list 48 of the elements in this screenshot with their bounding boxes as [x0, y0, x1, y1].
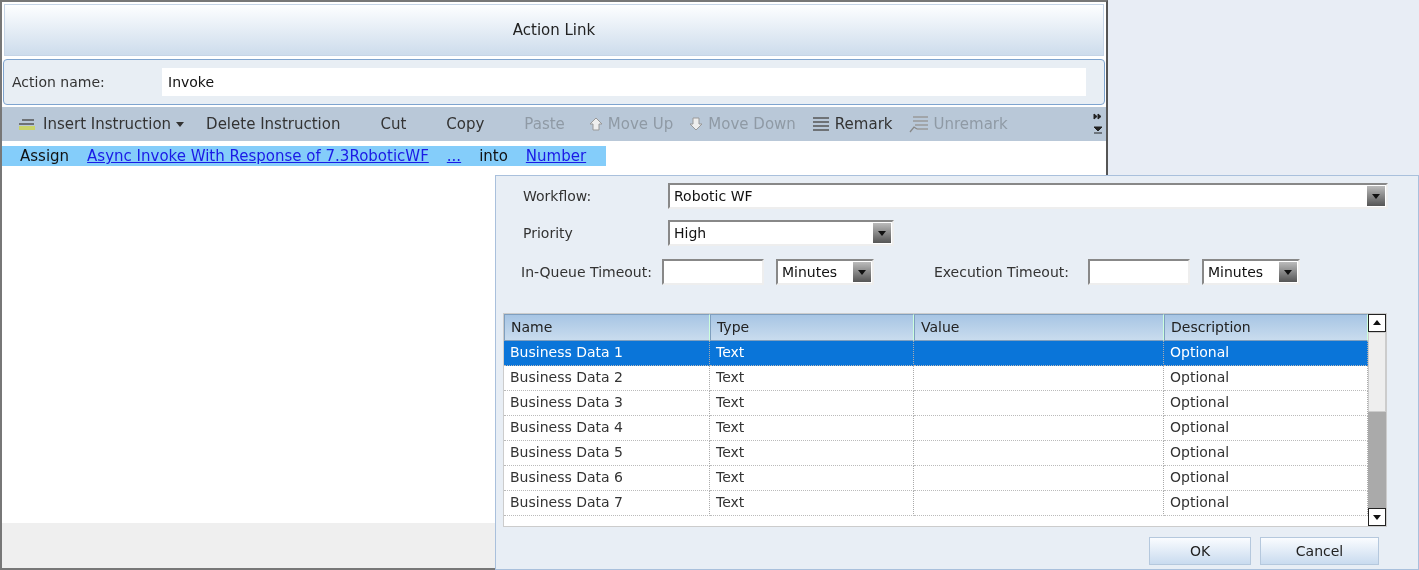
column-header[interactable]: Name: [504, 314, 710, 341]
toolbar-button[interactable]: Cut: [372, 111, 415, 137]
table-cell: Text: [710, 491, 914, 516]
caret-icon: [176, 121, 185, 127]
unit-dropdown[interactable]: Minutes: [1202, 259, 1300, 285]
scrollbar[interactable]: [1368, 314, 1386, 526]
table-cell: Business Data 7: [504, 491, 710, 516]
instruction-row[interactable]: Assign Async Invoke With Response of 7.3RoboticWF ... into Number: [2, 146, 607, 166]
instruction-text: Assign: [20, 147, 70, 165]
priority-label: Priority: [523, 225, 574, 241]
instruction-link[interactable]: Number: [525, 147, 587, 165]
up-arrow-icon: [588, 117, 603, 131]
instruction-link[interactable]: Async Invoke With Response of 7.3RoboticWF: [87, 147, 429, 165]
table-row[interactable]: Business Data 4 Text Optional: [504, 416, 1368, 441]
toolbar-button[interactable]: Copy: [438, 111, 493, 137]
scroll-up-icon[interactable]: [1368, 314, 1386, 332]
lines-icon: [18, 118, 38, 130]
toolbar-button[interactable]: Insert Instruction: [10, 111, 193, 137]
unit-dropdown[interactable]: Minutes: [775, 259, 874, 285]
column-header[interactable]: Value: [914, 314, 1164, 341]
in-queue-timeout-field[interactable]: [661, 259, 764, 285]
down-arrow-icon: [689, 117, 704, 131]
table-row[interactable]: Business Data 6 Text Optional: [504, 466, 1368, 491]
instruction-link[interactable]: ...: [446, 147, 462, 165]
scroll-down-icon[interactable]: [1368, 508, 1386, 526]
table-row[interactable]: Business Data 3 Text Optional: [504, 391, 1368, 416]
dialog-button[interactable]: Cancel: [1260, 537, 1379, 565]
table-row[interactable]: Business Data 5 Text Optional: [504, 441, 1368, 466]
in-queue-timeout-label: In-Queue Timeout:: [521, 264, 652, 280]
table-row[interactable]: Business Data 7 Text Optional: [504, 491, 1368, 516]
column-header[interactable]: Type: [710, 314, 914, 341]
toolbar-button[interactable]: Delete Instruction: [198, 111, 349, 137]
dialog-button[interactable]: OK: [1149, 537, 1251, 565]
toolbar-button[interactable]: Remark: [803, 111, 901, 137]
workflow-dropdown[interactable]: Robotic WF: [668, 183, 1388, 209]
workflow-label: Workflow:: [523, 188, 593, 204]
lines-arrow-icon: [908, 115, 929, 133]
action-name-field[interactable]: Invoke: [162, 68, 1086, 96]
column-header[interactable]: Description: [1164, 314, 1368, 341]
execution-timeout-label: Execution Timeout:: [933, 264, 1069, 280]
table-row[interactable]: Business Data 2 Text Optional: [504, 366, 1368, 391]
table-row[interactable]: Business Data 1 Text Optional: [504, 341, 1368, 366]
window-title: Action Link: [512, 21, 596, 39]
priority-dropdown[interactable]: High: [668, 220, 894, 246]
action-name-label: Action name:: [12, 74, 106, 90]
execution-timeout-field[interactable]: [1088, 259, 1190, 285]
instruction-text: into: [479, 147, 508, 165]
lines-icon: [811, 116, 830, 132]
